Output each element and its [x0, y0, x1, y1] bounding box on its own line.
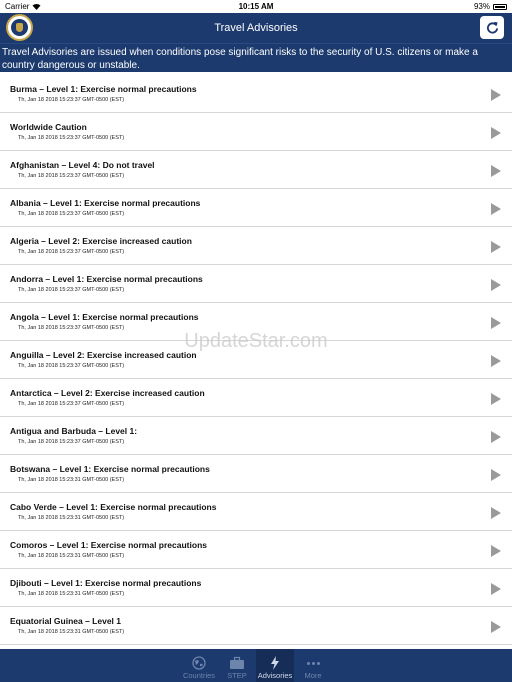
- advisory-row[interactable]: Burma – Level 1: Exercise normal precaut…: [0, 75, 512, 113]
- advisory-row[interactable]: Anguilla – Level 2: Exercise increased c…: [0, 341, 512, 379]
- disclosure-arrow-icon: [491, 507, 501, 519]
- disclosure-arrow-icon: [491, 241, 501, 253]
- globe-icon: [192, 656, 206, 670]
- advisory-title: Worldwide Caution: [10, 122, 87, 132]
- advisory-row[interactable]: Antarctica – Level 2: Exercise increased…: [0, 379, 512, 417]
- advisory-row[interactable]: Antigua and Barbuda – Level 1: Th, Jan 18…: [0, 417, 512, 455]
- refresh-button[interactable]: [480, 16, 504, 39]
- advisory-row[interactable]: Botswana – Level 1: Exercise normal prec…: [0, 455, 512, 493]
- disclosure-arrow-icon: [491, 431, 501, 443]
- advisory-date: Th, Jan 18 2018 15:23:37 GMT-0500 (EST): [18, 211, 125, 217]
- tab-countries[interactable]: Countries: [180, 649, 218, 682]
- advisory-date: Th, Jan 18 2018 15:23:37 GMT-0500 (EST): [18, 401, 125, 407]
- advisory-date: Th, Jan 18 2018 15:23:37 GMT-0500 (EST): [18, 135, 125, 141]
- advisory-title: Cabo Verde – Level 1: Exercise normal pr…: [10, 502, 217, 512]
- wifi-icon: [32, 3, 41, 10]
- status-bar: Carrier 10:15 AM 93%: [0, 0, 512, 13]
- more-dots-icon: [306, 655, 321, 671]
- disclosure-arrow-icon: [491, 393, 501, 405]
- advisory-row[interactable]: Afghanistan – Level 4: Do not travel Th, …: [0, 151, 512, 189]
- advisory-date: Th, Jan 18 2018 15:23:31 GMT-0500 (EST): [18, 477, 125, 483]
- advisory-row[interactable]: Albania – Level 1: Exercise normal preca…: [0, 189, 512, 227]
- advisory-title: Anguilla – Level 2: Exercise increased c…: [10, 350, 197, 360]
- advisory-date: Th, Jan 18 2018 15:23:31 GMT-0500 (EST): [18, 553, 125, 559]
- advisory-date: Th, Jan 18 2018 15:23:37 GMT-0500 (EST): [18, 363, 125, 369]
- disclosure-arrow-icon: [491, 469, 501, 481]
- disclosure-arrow-icon: [491, 203, 501, 215]
- refresh-icon: [486, 21, 498, 34]
- info-banner: Travel Advisories are issued when condit…: [0, 43, 512, 72]
- lightning-icon: [271, 656, 279, 670]
- advisory-title: Afghanistan – Level 4: Do not travel: [10, 160, 155, 170]
- advisory-date: Th, Jan 18 2018 15:23:37 GMT-0500 (EST): [18, 325, 125, 331]
- advisory-title: Djibouti – Level 1: Exercise normal prec…: [10, 578, 202, 588]
- advisory-row[interactable]: Andorra – Level 1: Exercise normal preca…: [0, 265, 512, 303]
- advisory-date: Th, Jan 18 2018 15:23:37 GMT-0500 (EST): [18, 97, 125, 103]
- battery-icon: [493, 3, 507, 10]
- disclosure-arrow-icon: [491, 583, 501, 595]
- nav-bar: Travel Advisories: [0, 13, 512, 43]
- advisory-date: Th, Jan 18 2018 15:23:37 GMT-0500 (EST): [18, 173, 125, 179]
- advisory-date: Th, Jan 18 2018 15:23:37 GMT-0500 (EST): [18, 249, 125, 255]
- tab-bar: Countries STEP Advisories More: [0, 649, 512, 682]
- advisory-list: Burma – Level 1: Exercise normal precaut…: [0, 75, 512, 645]
- advisory-row[interactable]: Djibouti – Level 1: Exercise normal prec…: [0, 569, 512, 607]
- tab-step[interactable]: STEP: [218, 649, 256, 682]
- disclosure-arrow-icon: [491, 279, 501, 291]
- advisory-title: Antarctica – Level 2: Exercise increased…: [10, 388, 205, 398]
- disclosure-arrow-icon: [491, 127, 501, 139]
- advisory-title: Albania – Level 1: Exercise normal preca…: [10, 198, 201, 208]
- tab-label: More: [304, 671, 322, 680]
- advisory-title: Equatorial Guinea – Level 1: [10, 616, 122, 626]
- tab-label: Countries: [182, 671, 216, 680]
- advisory-row[interactable]: Algeria – Level 2: Exercise increased ca…: [0, 227, 512, 265]
- advisory-date: Th, Jan 18 2018 15:23:31 GMT-0500 (EST): [18, 629, 125, 635]
- advisory-title: Burma – Level 1: Exercise normal precaut…: [10, 84, 197, 94]
- disclosure-arrow-icon: [491, 545, 501, 557]
- advisory-row[interactable]: Comoros – Level 1: Exercise normal preca…: [0, 531, 512, 569]
- tab-label: Advisories: [257, 671, 293, 680]
- advisory-title: Comoros – Level 1: Exercise normal preca…: [10, 540, 207, 550]
- advisory-row[interactable]: Worldwide Caution Th, Jan 18 2018 15:23:3…: [0, 113, 512, 151]
- advisory-date: Th, Jan 18 2018 15:23:31 GMT-0500 (EST): [18, 591, 125, 597]
- advisory-date: Th, Jan 18 2018 15:23:37 GMT-0500 (EST): [18, 439, 125, 445]
- briefcase-icon: [230, 656, 244, 669]
- advisory-title: Antigua and Barbuda – Level 1:: [10, 426, 138, 436]
- advisory-title: Botswana – Level 1: Exercise normal prec…: [10, 464, 210, 474]
- advisory-title: Algeria – Level 2: Exercise increased ca…: [10, 236, 192, 246]
- advisory-row[interactable]: Cabo Verde – Level 1: Exercise normal pr…: [0, 493, 512, 531]
- tab-label: STEP: [227, 671, 247, 680]
- disclosure-arrow-icon: [491, 621, 501, 633]
- state-department-seal-icon: [6, 14, 33, 41]
- status-time: 10:15 AM: [238, 2, 274, 11]
- advisory-date: Th, Jan 18 2018 15:23:31 GMT-0500 (EST): [18, 515, 125, 521]
- advisory-title: Andorra – Level 1: Exercise normal preca…: [10, 274, 203, 284]
- disclosure-arrow-icon: [491, 89, 501, 101]
- advisory-title: Angola – Level 1: Exercise normal precau…: [10, 312, 199, 322]
- battery-percent: 93%: [473, 2, 490, 11]
- tab-more[interactable]: More: [294, 649, 332, 682]
- disclosure-arrow-icon: [491, 317, 501, 329]
- page-title: Travel Advisories: [214, 22, 298, 34]
- advisory-row[interactable]: Angola – Level 1: Exercise normal precau…: [0, 303, 512, 341]
- advisory-row[interactable]: Equatorial Guinea – Level 1 Th, Jan 18 20…: [0, 607, 512, 645]
- carrier-label: Carrier: [5, 2, 30, 11]
- tab-advisories[interactable]: Advisories: [256, 649, 294, 682]
- advisory-date: Th, Jan 18 2018 15:23:37 GMT-0500 (EST): [18, 287, 125, 293]
- disclosure-arrow-icon: [491, 165, 501, 177]
- disclosure-arrow-icon: [491, 355, 501, 367]
